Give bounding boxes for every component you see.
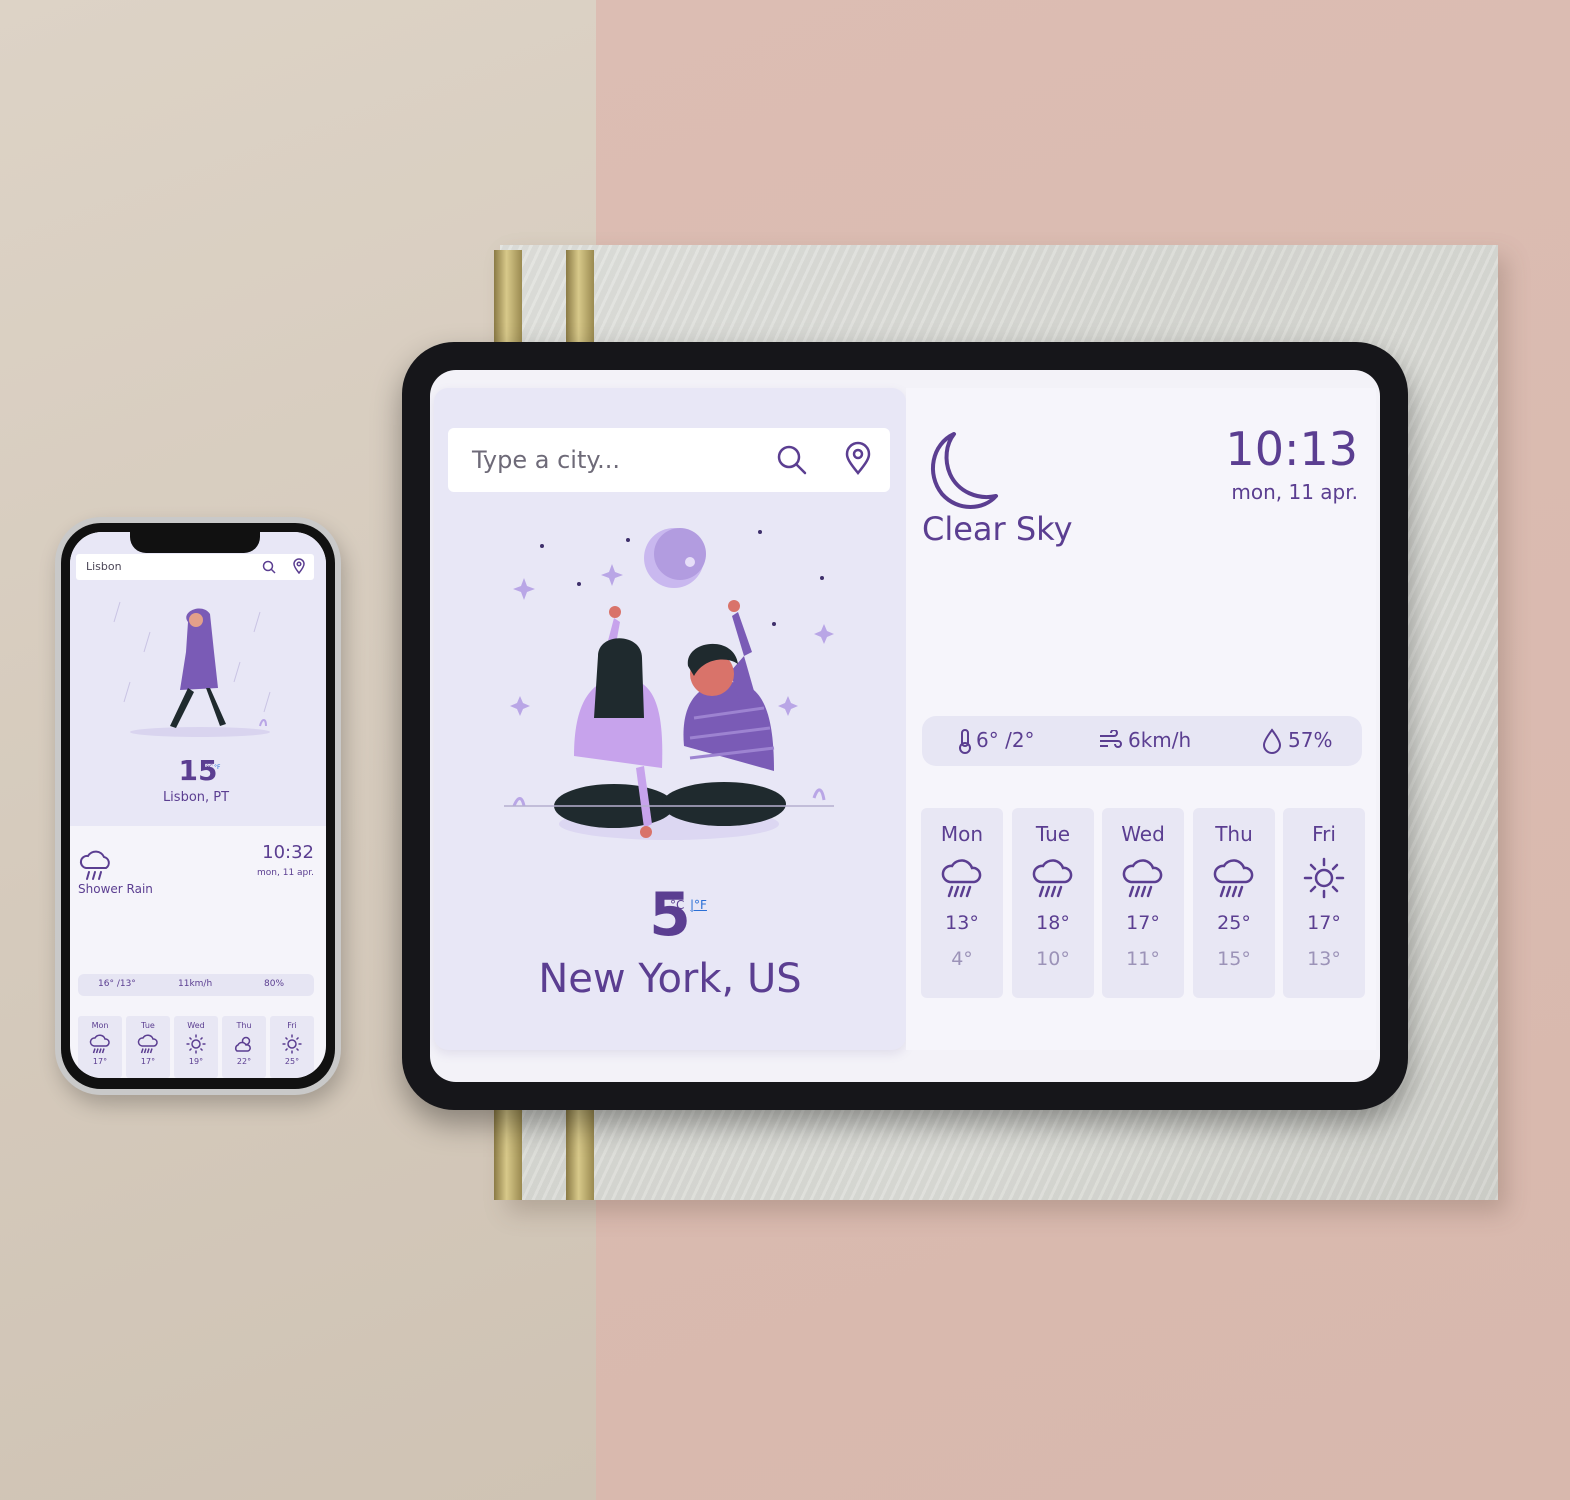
phone-forecast-day-name: Fri [287,1021,297,1030]
phone-city-search-bar[interactable]: Lisbon [76,554,314,580]
brass-bar [566,1106,594,1200]
forecast-day-card[interactable]: Thu 25° 15° [1193,808,1275,998]
city-search-bar[interactable]: Type a city... [448,428,890,492]
phone-forecast-high: 25° [284,1057,300,1066]
forecast-low: 10° [1036,948,1070,970]
brass-bar [494,1106,522,1200]
phone-forecast-high: 17° [140,1057,156,1066]
phone-forecast-day-card[interactable]: Thu 22° [222,1016,266,1078]
sun-icon [281,1033,303,1055]
phone-forecast-high: 19° [188,1057,204,1066]
city-name: New York, US [538,956,802,1002]
forecast-day-card[interactable]: Mon 13° 4° [921,808,1003,998]
current-weather-panel: Type a city... 5 °C |°F New York, US [434,388,906,1050]
weather-condition: Clear Sky [922,510,1073,548]
phone-screen: Lisbon 15 °C °F Lisbon, PT Shower Rain 1… [70,532,326,1078]
forecast-day-card[interactable]: Wed 17° 11° [1102,808,1184,998]
forecast-day-name: Fri [1312,822,1336,846]
phone-current-weather-panel: Lisbon 15 °C °F Lisbon, PT [70,532,326,826]
humidity-icon [1262,728,1282,754]
weather-stats-bar: 6° /2° 6km/h 57% [922,716,1362,766]
temp-range: 6° /2° [976,728,1035,752]
brass-bar [566,250,594,345]
search-icon[interactable] [262,560,276,574]
rain-cloud-icon [1212,856,1256,900]
location-pin-icon[interactable] [840,440,876,476]
phone-notch [130,527,260,553]
phone-celsius-toggle[interactable]: °C [206,764,213,771]
rain-cloud-icon [1031,856,1075,900]
forecast-low: 15° [1217,948,1251,970]
phone-forecast-day-card[interactable]: Mon 17° [78,1016,122,1078]
sun-icon [185,1033,207,1055]
search-input[interactable]: Type a city... [472,446,620,474]
forecast-day-name: Thu [1215,822,1253,846]
forecast-low: 11° [1126,948,1160,970]
rain-cloud-icon [89,1033,111,1055]
current-time: 10:13 [1225,422,1358,476]
rain-cloud-icon [1121,856,1165,900]
phone-forecast-day-card[interactable]: Tue 17° [126,1016,170,1078]
current-date: mon, 11 apr. [1231,480,1358,504]
forecast-high: 18° [1036,912,1070,934]
tablet-screen: Type a city... 5 °C |°F New York, US Cle… [430,370,1380,1082]
phone-search-input[interactable]: Lisbon [86,560,122,573]
current-temperature: 5 [434,880,906,950]
phone-forecast-high: 17° [92,1057,108,1066]
phone-current-date: mon, 11 apr. [257,868,314,878]
phone-forecast-day-name: Mon [91,1021,109,1030]
details-panel: Clear Sky 10:13 mon, 11 apr. 6° /2° 6km/… [906,388,1376,1050]
couple-stargazing-illustration [504,528,834,840]
phone-weather-condition: Shower Rain [78,882,153,896]
celsius-toggle[interactable]: °C [670,898,684,912]
brass-bar [494,250,522,345]
phone-forecast-high: 22° [236,1057,252,1066]
phone-forecast-day-name: Tue [141,1021,155,1030]
phone-forecast-day-name: Thu [236,1021,252,1030]
rain-cloud-icon [940,856,984,900]
partly-cloudy-icon [233,1033,255,1055]
forecast-day-card[interactable]: Fri 17° 13° [1283,808,1365,998]
phone-city-name: Lisbon, PT [162,790,230,805]
phone-current-time: 10:32 [262,842,314,863]
phone-fahrenheit-toggle[interactable]: °F [214,764,220,771]
rain-cloud-icon [79,850,110,880]
forecast-high: 13° [945,912,979,934]
phone-humidity-value: 80% [264,979,285,989]
temperature-value: 5 [649,880,691,950]
location-pin-icon[interactable] [292,558,306,574]
phone-wind-speed: 11km/h [178,979,213,989]
rain-cloud-icon [137,1033,159,1055]
forecast-high: 17° [1126,912,1160,934]
thermometer-icon [959,729,971,754]
forecast-day-name: Mon [940,822,984,846]
woman-in-rain-illustration [113,601,271,737]
forecast-low: 13° [1307,948,1341,970]
wind-icon [1100,730,1122,748]
phone-forecast-day-name: Wed [187,1021,205,1030]
forecast-low: 4° [951,948,973,970]
forecast-high: 17° [1307,912,1341,934]
phone-forecast-day-card[interactable]: Wed 19° [174,1016,218,1078]
humidity-value: 57% [1288,728,1333,752]
phone-current-temperature: 15 [178,754,218,787]
search-icon[interactable] [774,442,810,478]
forecast-day-card[interactable]: Tue 18° 10° [1012,808,1094,998]
moon-icon [931,432,998,509]
fahrenheit-toggle[interactable]: |°F [690,898,707,912]
phone-temp-range: 16° /13° [98,979,136,989]
forecast-day-name: Wed [1121,822,1165,846]
forecast-day-name: Tue [1035,822,1071,846]
phone-weather-stats-bar: 16° /13° 11km/h 80% [78,974,314,996]
sun-icon [1302,856,1346,900]
wind-speed: 6km/h [1128,728,1192,752]
forecast-high: 25° [1217,912,1251,934]
phone-forecast-day-card[interactable]: Fri 25° [270,1016,314,1078]
